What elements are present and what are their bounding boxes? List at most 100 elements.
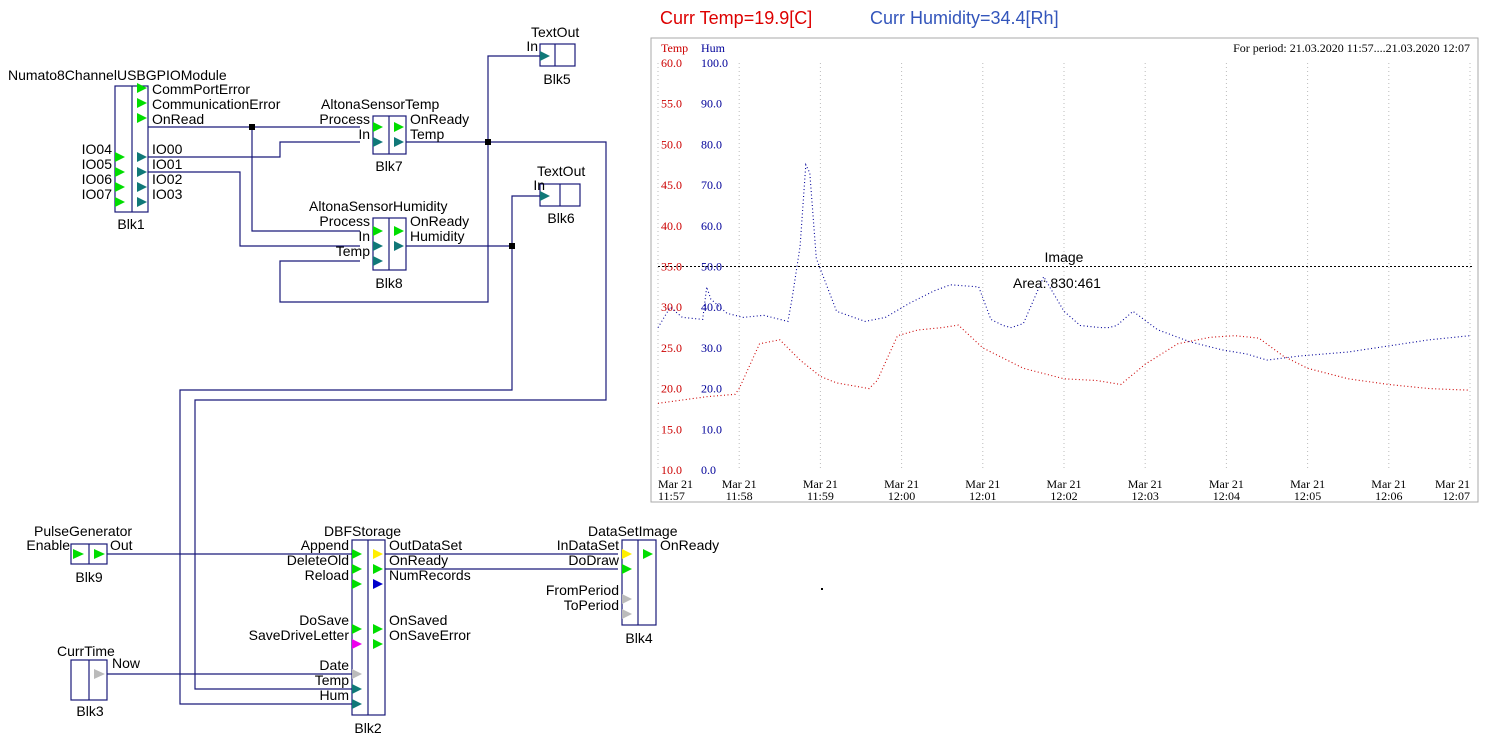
pin-label: Append (301, 537, 349, 553)
pin-label: OnRead (152, 111, 204, 127)
x-tick-label: 12:05 (1294, 489, 1321, 503)
pin-label: In (526, 38, 538, 54)
y-tick-temp: 25.0 (661, 341, 682, 355)
y-tick-hum: 80.0 (701, 137, 722, 151)
pin-label: DoDraw (568, 552, 619, 568)
pin-label: InDataSet (557, 537, 619, 553)
pin-label: OnSaved (389, 612, 447, 628)
pin-label: NumRecords (389, 567, 471, 583)
block-id: Blk8 (375, 275, 402, 291)
pin-label: IO01 (152, 156, 183, 172)
y-tick-temp: 10.0 (661, 463, 682, 477)
block-blk3[interactable]: CurrTime Now Blk3 (57, 643, 141, 719)
block-blk6[interactable]: TextOut In Blk6 (533, 163, 585, 226)
pin-label: Enable (26, 537, 70, 553)
block-id: Blk2 (354, 720, 381, 736)
junction-dot (485, 139, 491, 145)
pin-label: OnSaveError (389, 627, 471, 643)
x-tick-label: 12:00 (888, 489, 915, 503)
pin-label: IO00 (152, 141, 183, 157)
y-tick-temp: 15.0 (661, 422, 682, 436)
pin-label: Date (319, 657, 349, 673)
pin-label: Reload (305, 567, 349, 583)
y-tick-hum: 70.0 (701, 178, 722, 192)
pin-label: DeleteOld (287, 552, 349, 568)
pin-label: In (358, 228, 370, 244)
block-id: Blk6 (547, 210, 574, 226)
x-tick-label: 12:07 (1443, 489, 1470, 503)
y-tick-temp: 55.0 (661, 97, 682, 111)
x-tick-label: 11:57 (658, 489, 685, 503)
pin-label: Temp (410, 126, 444, 142)
pin-label: OnReady (389, 552, 448, 568)
y-tick-hum: 10.0 (701, 422, 722, 436)
block-blk7[interactable]: AltonaSensorTemp Process In OnReady Temp… (319, 96, 469, 174)
block-id: Blk5 (543, 71, 570, 87)
pin-label: FromPeriod (546, 582, 619, 598)
canvas: Numato8ChannelUSBGPIOModule IO04 IO05 IO… (8, 8, 1479, 736)
pin-label: OnReady (410, 213, 469, 229)
pin-label: Process (319, 213, 370, 229)
block-title: CurrTime (57, 643, 115, 659)
pin-label: Out (110, 537, 133, 553)
stray-dot (821, 588, 823, 590)
x-tick-label: 12:04 (1213, 489, 1240, 503)
y-tick-hum: 20.0 (701, 382, 722, 396)
y-tick-temp: 60.0 (661, 56, 682, 70)
y-tick-temp: 20.0 (661, 382, 682, 396)
pin-label: Temp (315, 672, 349, 688)
y-tick-hum: 0.0 (701, 463, 716, 477)
block-title: TextOut (531, 24, 579, 40)
image-overlay-label: Image (1045, 249, 1084, 265)
block-blk4[interactable]: DataSetImage InDataSet DoDraw FromPeriod… (546, 523, 719, 646)
y-tick-temp: 50.0 (661, 137, 682, 151)
pin-label: IO05 (82, 156, 113, 172)
y-tick-hum: 90.0 (701, 97, 722, 111)
current-humidity-readout: Curr Humidity=34.4[Rh] (870, 8, 1059, 28)
pin-label: IO06 (82, 171, 113, 187)
pin-label: OnReady (410, 111, 469, 127)
pin-label: OnReady (660, 537, 719, 553)
pin-label: Hum (319, 687, 349, 703)
pin-label: IO04 (82, 141, 113, 157)
pin-label: Temp (336, 243, 370, 259)
y-tick-temp: 40.0 (661, 219, 682, 233)
y-tick-hum: 60.0 (701, 219, 722, 233)
pin-label: IO02 (152, 171, 183, 187)
block-title: AltonaSensorTemp (321, 96, 440, 112)
y-tick-temp: 45.0 (661, 178, 682, 192)
x-tick-label: 12:06 (1375, 489, 1402, 503)
block-id: Blk9 (75, 569, 102, 585)
pin-label: CommunicationError (152, 96, 281, 112)
x-tick-label: 12:01 (969, 489, 996, 503)
x-tick-label: 11:59 (807, 489, 834, 503)
pin-label: In (533, 177, 545, 193)
y-tick-hum: 30.0 (701, 341, 722, 355)
area-overlay-label: Area: 830:461 (1013, 275, 1101, 291)
legend-hum: Hum (701, 41, 726, 55)
pin-label: IO03 (152, 186, 183, 202)
x-tick-label: 12:03 (1132, 489, 1159, 503)
pin-label: DoSave (299, 612, 349, 628)
pin-label: Process (319, 111, 370, 127)
legend-temp: Temp (661, 41, 688, 55)
pin-label: IO07 (82, 186, 113, 202)
chart-period: For period: 21.03.2020 11:57....21.03.20… (1233, 41, 1470, 55)
block-id: Blk1 (117, 216, 144, 232)
y-tick-temp: 30.0 (661, 300, 682, 314)
block-id: Blk4 (625, 630, 652, 646)
y-tick-hum: 100.0 (701, 56, 728, 70)
block-id: Blk3 (76, 703, 103, 719)
x-tick-label: 11:58 (726, 489, 753, 503)
pin-label: Now (112, 655, 141, 671)
x-tick-label: 12:02 (1050, 489, 1077, 503)
block-title: AltonaSensorHumidity (309, 198, 448, 214)
pin-label: Humidity (410, 228, 464, 244)
block-id: Blk7 (375, 158, 402, 174)
pin-label: OutDataSet (389, 537, 462, 553)
current-temp-readout: Curr Temp=19.9[C] (660, 8, 812, 28)
junction-dot (509, 243, 515, 249)
pin-label: In (358, 126, 370, 142)
block-blk8[interactable]: AltonaSensorHumidity Process In Temp OnR… (309, 198, 469, 291)
sensor-chart[interactable]: Temp Hum For period: 21.03.2020 11:57...… (650, 37, 1479, 503)
